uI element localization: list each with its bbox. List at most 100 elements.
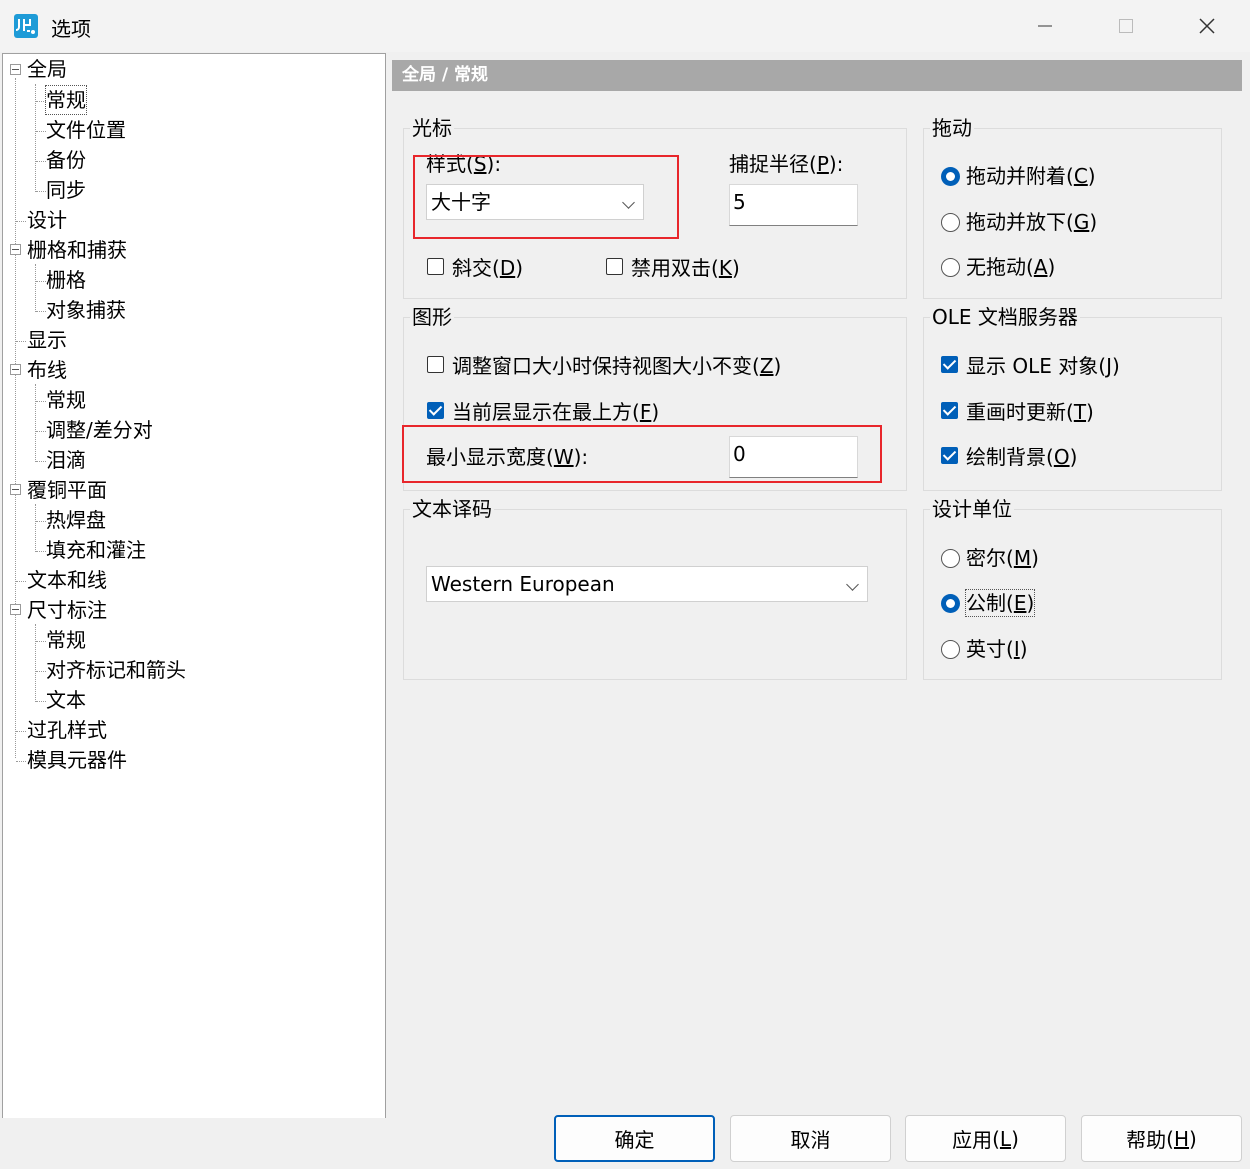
title-bar: 选项 — [0, 0, 1250, 52]
close-icon — [1199, 18, 1215, 34]
layer-on-top-label[interactable]: 当前层显示在最上方(F) — [452, 399, 659, 425]
tree-item-align-arrows[interactable]: 对齐标记和箭头 — [46, 656, 186, 684]
tree-connector — [36, 431, 46, 432]
units-metric-radio[interactable] — [941, 594, 960, 613]
annotation-box — [413, 155, 679, 239]
tree-connector — [36, 131, 46, 132]
apply-button[interactable]: 应用(L) — [905, 1115, 1066, 1162]
units-inches-label[interactable]: 英寸(I) — [966, 636, 1028, 662]
tree-connector — [35, 264, 36, 312]
keep-view-label[interactable]: 调整窗口大小时保持视图大小不变(Z) — [452, 353, 781, 379]
drag-group-title: 拖动 — [930, 116, 974, 140]
tree-connector — [36, 101, 46, 102]
drag-drop-radio[interactable] — [941, 213, 960, 232]
tree-connector — [36, 281, 46, 282]
update-on-redraw-label[interactable]: 重画时更新(T) — [966, 399, 1094, 425]
tree-item-dimensioning[interactable]: 尺寸标注 — [27, 596, 107, 624]
tree-connector — [16, 581, 26, 582]
units-mils-label[interactable]: 密尔(M) — [966, 545, 1039, 571]
cursor-group-title: 光标 — [410, 116, 454, 140]
collapse-icon[interactable] — [10, 604, 21, 615]
tree-connector — [36, 701, 46, 702]
tree-item-fill-flood[interactable]: 填充和灌注 — [46, 536, 146, 564]
tree-item-global[interactable]: 全局 — [27, 55, 67, 83]
tree-connector — [15, 78, 16, 758]
collapse-icon[interactable] — [10, 484, 21, 495]
maximize-button[interactable] — [1086, 0, 1166, 52]
collapse-icon[interactable] — [10, 364, 21, 375]
tree-connector — [35, 384, 36, 462]
tree-connector — [36, 641, 46, 642]
tree-item-grid-snap[interactable]: 栅格和捕获 — [27, 236, 127, 264]
tree-item-teardrops[interactable]: 泪滴 — [46, 446, 86, 474]
text-encoding-dropdown[interactable]: Western European — [426, 566, 868, 602]
tree-connector — [36, 521, 46, 522]
tree-connector — [36, 161, 46, 162]
text-encoding-value: Western European — [431, 572, 615, 596]
page-header: 全局 / 常规 — [392, 60, 1242, 91]
tree-item-object-snap[interactable]: 对象捕获 — [46, 296, 126, 324]
show-ole-checkbox[interactable] — [941, 356, 958, 373]
maximize-icon — [1119, 19, 1133, 33]
show-ole-label[interactable]: 显示 OLE 对象(J) — [966, 353, 1120, 379]
tree-item-routing-general[interactable]: 常规 — [46, 386, 86, 414]
tree-connector — [36, 461, 46, 462]
keep-view-checkbox[interactable] — [427, 356, 444, 373]
close-button[interactable] — [1167, 0, 1247, 52]
collapse-icon[interactable] — [10, 64, 21, 75]
tree-connector — [16, 221, 26, 222]
cancel-button[interactable]: 取消 — [730, 1115, 891, 1162]
ole-group-title: OLE 文档服务器 — [930, 305, 1080, 329]
units-inches-radio[interactable] — [941, 640, 960, 659]
tree-item-grid[interactable]: 栅格 — [46, 266, 86, 294]
help-button[interactable]: 帮助(H) — [1081, 1115, 1242, 1162]
layer-on-top-checkbox[interactable] — [427, 402, 444, 419]
tree-item-dim-text[interactable]: 文本 — [46, 686, 86, 714]
tree-item-thermals[interactable]: 热焊盘 — [46, 506, 106, 534]
tree-item-dim-general[interactable]: 常规 — [46, 626, 86, 654]
minimize-button[interactable] — [1005, 0, 1085, 52]
tree-item-backup[interactable]: 备份 — [46, 146, 86, 174]
units-metric-label[interactable]: 公制(E) — [964, 589, 1036, 617]
drag-attach-label[interactable]: 拖动并附着(C) — [966, 163, 1096, 189]
tree-connector — [36, 551, 46, 552]
tree-item-tuning-diffpair[interactable]: 调整/差分对 — [46, 416, 153, 444]
draw-background-label[interactable]: 绘制背景(O) — [966, 444, 1077, 470]
tree-item-routing[interactable]: 布线 — [27, 356, 67, 384]
drag-attach-radio[interactable] — [941, 167, 960, 186]
tree-item-file-locations[interactable]: 文件位置 — [46, 116, 126, 144]
tree-item-sync[interactable]: 同步 — [46, 176, 86, 204]
tree-item-via-styles[interactable]: 过孔样式 — [27, 716, 107, 744]
tree-item-text-lines[interactable]: 文本和线 — [27, 566, 107, 594]
tree-connector — [35, 504, 36, 552]
window-title: 选项 — [51, 17, 91, 41]
tree-connector — [16, 761, 26, 762]
tree-connector — [35, 624, 36, 702]
drag-drop-label[interactable]: 拖动并放下(G) — [966, 209, 1097, 235]
tree-item-design[interactable]: 设计 — [27, 206, 67, 234]
tree-item-copper-plane[interactable]: 覆铜平面 — [27, 476, 107, 504]
snap-radius-label: 捕捉半径(P): — [729, 152, 844, 176]
tree-item-general[interactable]: 常规 — [45, 85, 87, 115]
text-encoding-group-title: 文本译码 — [410, 497, 494, 521]
tree-item-display[interactable]: 显示 — [27, 326, 67, 354]
units-mils-radio[interactable] — [941, 549, 960, 568]
category-tree[interactable]: 全局 常规 文件位置 备份 同步 设计 栅格和捕获 栅格 对象捕获 显示 布线 … — [2, 53, 386, 1119]
minimize-icon — [1038, 25, 1052, 27]
snap-radius-input[interactable]: 5 — [729, 184, 858, 226]
draw-background-checkbox[interactable] — [941, 447, 958, 464]
tree-connector — [16, 341, 26, 342]
collapse-icon[interactable] — [10, 244, 21, 255]
diagonal-label[interactable]: 斜交(D) — [452, 255, 523, 281]
diagonal-checkbox[interactable] — [427, 258, 444, 275]
ok-button[interactable]: 确定 — [554, 1115, 715, 1162]
disable-double-click-checkbox[interactable] — [606, 258, 623, 275]
disable-double-click-label[interactable]: 禁用双击(K) — [631, 255, 740, 281]
tree-connector — [36, 401, 46, 402]
tree-item-die-components[interactable]: 模具元器件 — [27, 746, 127, 774]
update-on-redraw-checkbox[interactable] — [941, 402, 958, 419]
annotation-box — [402, 425, 882, 483]
no-drag-radio[interactable] — [941, 258, 960, 277]
no-drag-label[interactable]: 无拖动(A) — [966, 254, 1055, 280]
app-icon — [14, 14, 38, 38]
